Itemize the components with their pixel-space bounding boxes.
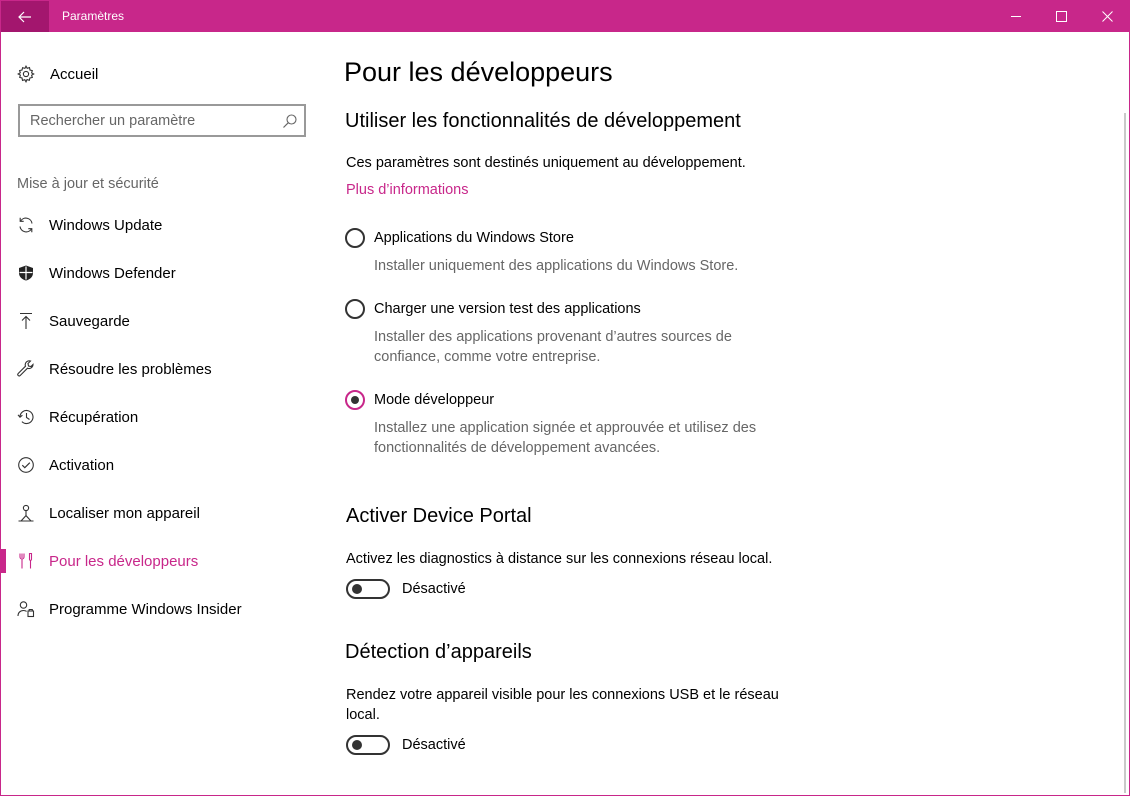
sidebar-item-backup[interactable]: Sauvegarde: [1, 301, 331, 341]
check-circle-icon: [17, 456, 35, 474]
close-icon: [1101, 11, 1113, 22]
dev-section-description: Ces paramètres sont destinés uniquement …: [346, 155, 746, 171]
sidebar-item-windows-update[interactable]: Windows Update: [1, 205, 331, 245]
back-arrow-icon: [18, 11, 31, 22]
sidebar-item-find-my-device[interactable]: Localiser mon appareil: [1, 493, 331, 533]
developer-tools-icon: [17, 552, 35, 570]
sidebar-item-label: Pour les développeurs: [49, 552, 199, 570]
sidebar-item-label: Windows Defender: [49, 264, 176, 282]
radio-description: Installer des applications provenant d’a…: [374, 329, 732, 365]
sidebar-item-recovery[interactable]: Récupération: [1, 397, 331, 437]
sidebar-item-label: Activation: [49, 456, 115, 474]
section-title-dev-features: Utiliser les fonctionnalités de développ…: [345, 110, 741, 132]
search-icon[interactable]: [282, 113, 298, 129]
section-title-device-portal: Activer Device Portal: [346, 505, 532, 527]
sidebar-item-label: Sauvegarde: [49, 312, 130, 330]
device-portal-description: Activez les diagnostics à distance sur l…: [346, 551, 773, 567]
radio-label: Charger une version test des application…: [374, 301, 641, 317]
window-title: Paramètres: [62, 9, 125, 23]
sidebar-item-windows-defender[interactable]: Windows Defender: [1, 253, 331, 293]
radio-description: Installez une application signée et appr…: [374, 420, 757, 456]
sync-icon: [17, 216, 35, 234]
nav-home-label: Accueil: [50, 65, 99, 83]
history-icon: [17, 408, 35, 426]
device-discovery-description: Rendez votre appareil visible pour les c…: [346, 687, 779, 723]
sidebar-item-label: Récupération: [49, 408, 139, 426]
search-input[interactable]: [20, 106, 276, 135]
sidebar-item-label: Localiser mon appareil: [49, 504, 200, 522]
wrench-icon: [17, 360, 35, 378]
radio-button[interactable]: [345, 299, 365, 319]
radio-windows-store-apps[interactable]: Applications du Windows Store: [345, 227, 574, 249]
insider-icon: [17, 600, 35, 618]
radio-description: Installer uniquement des applications du…: [374, 258, 739, 274]
nav-group-label: Mise à jour et sécurité: [17, 176, 159, 192]
sidebar-item-label: Résoudre les problèmes: [49, 360, 212, 378]
sidebar-item-windows-insider[interactable]: Programme Windows Insider: [1, 589, 331, 629]
section-title-device-discovery: Détection d’appareils: [345, 641, 532, 663]
backup-arrow-icon: [17, 312, 35, 330]
title-bar: Paramètres: [1, 1, 1129, 32]
radio-developer-mode[interactable]: Mode développeur: [345, 389, 494, 411]
maximize-icon: [1055, 11, 1067, 22]
page-title: Pour les développeurs: [344, 57, 613, 87]
sidebar-item-troubleshoot[interactable]: Résoudre les problèmes: [1, 349, 331, 389]
settings-window: Paramètres Accueil Mise à jour et sécuri…: [0, 0, 1130, 796]
radio-sideload-apps[interactable]: Charger une version test des application…: [345, 298, 641, 320]
device-discovery-toggle-row[interactable]: Désactivé: [346, 734, 466, 756]
radio-label: Applications du Windows Store: [374, 230, 574, 246]
radio-button[interactable]: [345, 228, 365, 248]
shield-icon: [17, 264, 35, 282]
close-button[interactable]: [1084, 1, 1130, 32]
back-button[interactable]: [1, 1, 49, 32]
maximize-button[interactable]: [1038, 1, 1084, 32]
sidebar-item-label: Programme Windows Insider: [49, 600, 242, 618]
scrollbar[interactable]: [1124, 113, 1126, 793]
radio-label: Mode développeur: [374, 392, 495, 408]
person-location-icon: [17, 504, 35, 522]
sidebar-item-for-developers[interactable]: Pour les développeurs: [1, 541, 331, 581]
search-box: [18, 104, 306, 137]
sidebar-item-label: Windows Update: [49, 216, 163, 234]
sidebar-item-activation[interactable]: Activation: [1, 445, 331, 485]
minimize-button[interactable]: [993, 1, 1039, 32]
nav-home[interactable]: Accueil: [17, 63, 98, 85]
device-discovery-toggle[interactable]: [346, 735, 390, 755]
radio-button-selected[interactable]: [345, 390, 365, 410]
toggle-state-label: Désactivé: [402, 581, 466, 597]
toggle-state-label: Désactivé: [402, 737, 466, 753]
gear-icon: [17, 65, 35, 83]
more-info-link[interactable]: Plus d’informations: [346, 182, 469, 198]
minimize-icon: [1010, 16, 1021, 17]
device-portal-toggle[interactable]: [346, 579, 390, 599]
device-portal-toggle-row[interactable]: Désactivé: [346, 578, 466, 600]
